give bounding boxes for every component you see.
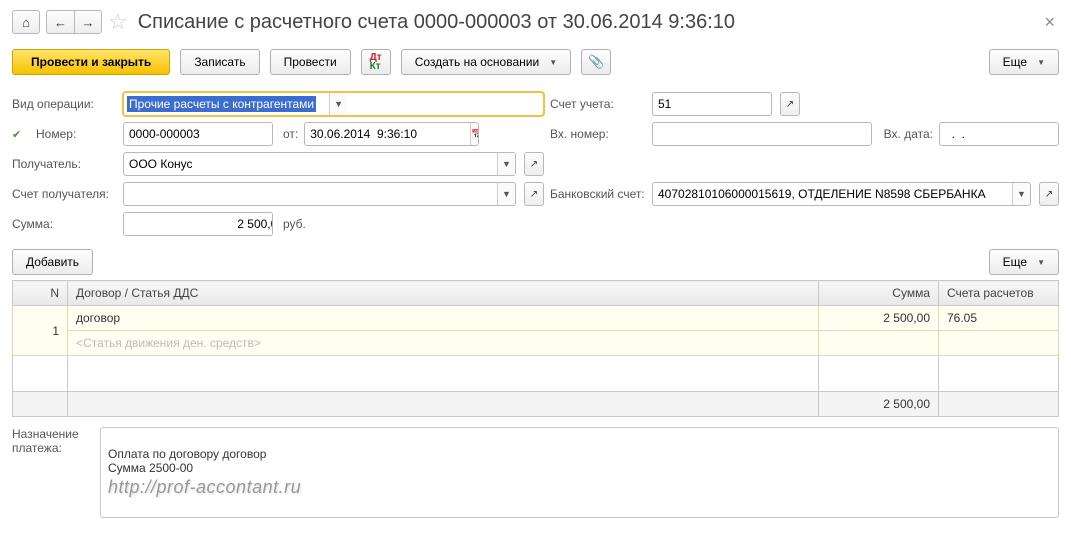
dropdown-icon[interactable]: ▼ xyxy=(1012,183,1030,205)
bank-account-label: Банковский счет: xyxy=(550,187,646,201)
cell-sum[interactable]: 2 500,00 xyxy=(819,306,939,331)
col-header-contract[interactable]: Договор / Статья ДДС xyxy=(68,281,819,306)
date-input[interactable]: 📅 xyxy=(304,122,479,146)
in-number-input[interactable] xyxy=(652,122,872,146)
col-header-n[interactable]: N xyxy=(13,281,68,306)
calendar-icon[interactable]: 📅 xyxy=(470,123,479,145)
dropdown-icon[interactable]: ▼ xyxy=(497,153,515,175)
currency-label: руб. xyxy=(283,217,306,231)
home-icon: ⌂ xyxy=(22,15,30,30)
open-bank-account-button[interactable]: ↗ xyxy=(1039,182,1059,206)
table-blank-row[interactable] xyxy=(13,356,1059,392)
arrow-left-icon: ← xyxy=(54,15,67,30)
col-header-sum[interactable]: Сумма xyxy=(819,281,939,306)
recipient-select[interactable]: ▼ xyxy=(123,152,516,176)
operation-type-label: Вид операции: xyxy=(12,97,117,111)
operation-type-value: Прочие расчеты с контрагентами xyxy=(127,96,316,112)
post-and-close-button[interactable]: Провести и закрыть xyxy=(12,49,170,75)
payments-table: N Договор / Статья ДДС Сумма Счета расче… xyxy=(12,280,1059,417)
cell-n[interactable]: 1 xyxy=(13,306,68,356)
cell-dds[interactable]: <Статья движения ден. средств> xyxy=(68,331,819,356)
col-header-accounts[interactable]: Счета расчетов xyxy=(939,281,1059,306)
more-button[interactable]: Еще xyxy=(989,49,1059,75)
table-row[interactable]: 1 договор 2 500,00 76.05 xyxy=(13,306,1059,331)
footer-sum: 2 500,00 xyxy=(819,392,939,417)
favorite-star-icon[interactable]: ☆ xyxy=(108,9,128,35)
table-row-dds[interactable]: <Статья движения ден. средств> xyxy=(13,331,1059,356)
debit-credit-icon: ДтКт xyxy=(370,53,382,71)
open-recipient-button[interactable]: ↗ xyxy=(524,152,544,176)
post-button[interactable]: Провести xyxy=(270,49,351,75)
watermark-text: http://prof-accontant.ru xyxy=(108,477,1051,498)
nav-forward-button[interactable]: → xyxy=(74,10,102,34)
debit-credit-button[interactable]: ДтКт xyxy=(361,49,391,75)
cell-account[interactable]: 76.05 xyxy=(939,306,1059,331)
recipient-account-label: Счет получателя: xyxy=(12,187,117,201)
bank-account-select[interactable]: ▼ xyxy=(652,182,1031,206)
in-date-label: Вх. дата: xyxy=(884,127,933,141)
page-title: Списание с расчетного счета 0000-000003 … xyxy=(138,11,1035,34)
open-account-button[interactable]: ↗ xyxy=(780,92,800,116)
account-select[interactable]: ▼ xyxy=(652,92,772,116)
sum-label: Сумма: xyxy=(12,217,117,231)
paperclip-icon xyxy=(588,54,604,70)
open-recipient-account-button[interactable]: ↗ xyxy=(524,182,544,206)
create-based-on-button[interactable]: Создать на основании xyxy=(401,49,571,75)
posted-icon xyxy=(12,127,30,141)
in-number-label: Вх. номер: xyxy=(550,127,646,141)
in-date-input[interactable]: 📅 xyxy=(939,122,1059,146)
nav-back-button[interactable]: ← xyxy=(46,10,74,34)
account-label: Счет учета: xyxy=(550,97,646,111)
sum-input[interactable]: 🖩 xyxy=(123,212,273,236)
operation-type-select[interactable]: Прочие расчеты с контрагентами ▼ xyxy=(123,92,544,116)
table-more-button[interactable]: Еще xyxy=(989,249,1059,275)
arrow-right-icon: → xyxy=(82,15,95,30)
payment-purpose-text[interactable]: Оплата по договору договор Сумма 2500-00… xyxy=(100,427,1059,518)
number-input[interactable] xyxy=(123,122,273,146)
save-button[interactable]: Записать xyxy=(180,49,259,75)
recipient-account-select[interactable]: ▼ xyxy=(123,182,516,206)
close-button[interactable]: × xyxy=(1040,12,1059,33)
table-footer-row: 2 500,00 xyxy=(13,392,1059,417)
cell-contract[interactable]: договор xyxy=(68,306,819,331)
number-label: Номер: xyxy=(36,127,117,141)
dropdown-icon[interactable]: ▼ xyxy=(329,93,347,115)
payment-purpose-label: Назначение платежа: xyxy=(12,427,92,455)
add-row-button[interactable]: Добавить xyxy=(12,249,93,275)
recipient-label: Получатель: xyxy=(12,157,117,171)
attachments-button[interactable] xyxy=(581,49,611,75)
dropdown-icon[interactable]: ▼ xyxy=(497,183,515,205)
date-from-label: от: xyxy=(283,127,298,141)
home-button[interactable]: ⌂ xyxy=(12,10,40,34)
